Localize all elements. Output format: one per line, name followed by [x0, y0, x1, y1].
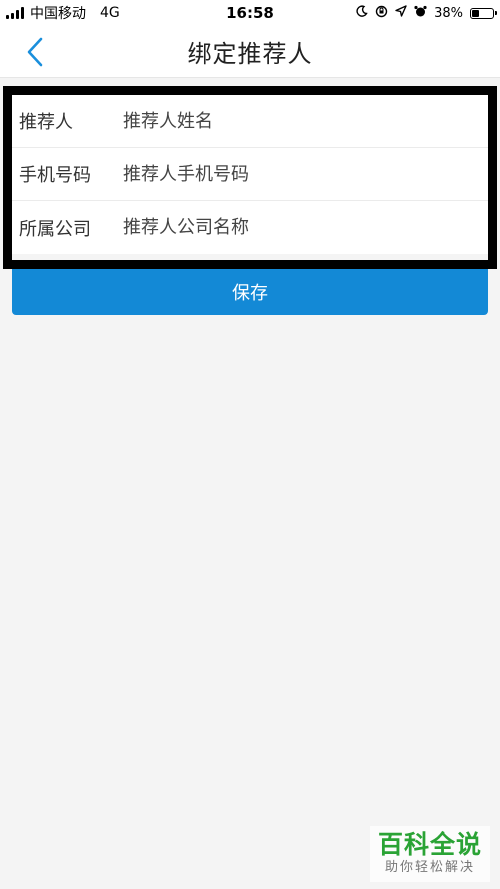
company-label: 所属公司	[19, 218, 91, 240]
referrer-form: 推荐人 手机号码 所属公司	[3, 86, 497, 269]
watermark-title: 百科全说	[377, 830, 482, 859]
phone-label: 手机号码	[19, 165, 91, 186]
watermark-logo: 百科全说 助你轻松解决	[370, 826, 490, 882]
status-left: 中国移动 4G	[6, 3, 120, 23]
referrer-name-label: 推荐人	[19, 112, 73, 133]
moon-icon	[356, 5, 368, 21]
save-button[interactable]: 保存	[12, 269, 488, 315]
form-row-company: 所属公司	[12, 201, 488, 254]
form-row-phone: 手机号码	[12, 148, 488, 201]
company-input[interactable]	[123, 207, 488, 248]
back-button[interactable]	[20, 36, 50, 68]
form-row-referrer-name: 推荐人	[12, 95, 488, 148]
nav-bar: 绑定推荐人	[0, 26, 500, 78]
location-icon	[395, 5, 407, 21]
chevron-left-icon	[27, 37, 43, 67]
alarm-icon	[414, 5, 427, 22]
page-title: 绑定推荐人	[187, 40, 313, 68]
carrier-label: 中国移动	[30, 6, 86, 22]
network-label: 4G	[100, 5, 120, 21]
battery-icon	[470, 7, 497, 19]
orientation-lock-icon	[375, 5, 388, 22]
referrer-name-input[interactable]	[123, 101, 488, 141]
status-bar: 中国移动 4G 16:58 38%	[0, 0, 500, 26]
status-right: 38%	[356, 5, 497, 22]
watermark-subtitle: 助你轻松解决	[384, 860, 475, 875]
phone-input[interactable]	[123, 154, 488, 194]
form-body: 推荐人 手机号码 所属公司	[12, 95, 488, 254]
signal-icon	[6, 7, 24, 19]
battery-percent: 38%	[434, 5, 463, 21]
